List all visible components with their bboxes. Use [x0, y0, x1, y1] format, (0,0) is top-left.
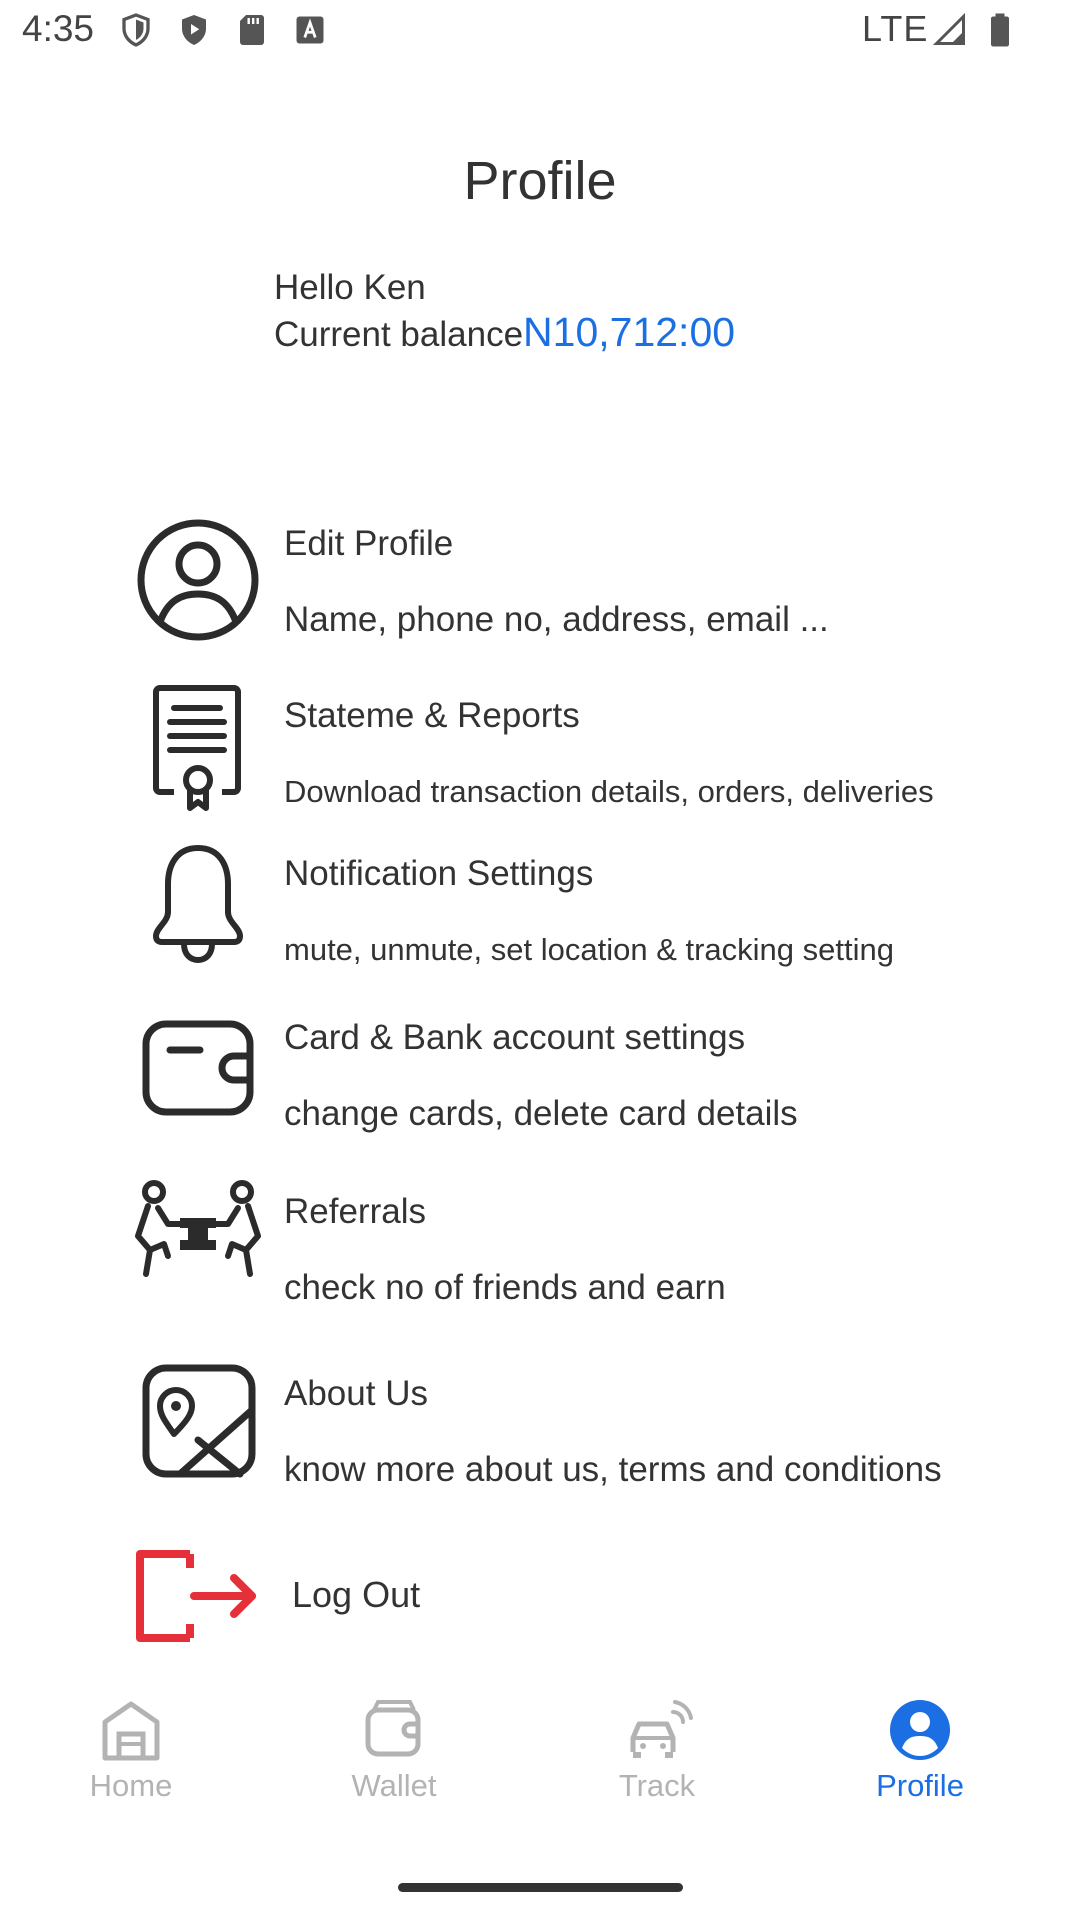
menu-item-title: Stateme & Reports: [284, 696, 580, 735]
nav-wallet[interactable]: Wallet: [294, 1680, 494, 1810]
greeting-text: Hello Ken: [274, 268, 426, 307]
menu-item-title: Card & Bank account settings: [284, 1018, 746, 1057]
bottom-nav: Home Wallet Track Profile: [0, 1680, 1080, 1830]
map-pin-icon: [142, 1364, 256, 1478]
status-time: 4:35: [22, 8, 95, 49]
menu-item-edit-profile[interactable]: Edit Profile Name, phone no, address, em…: [130, 506, 1050, 656]
wallet-icon: [142, 1020, 254, 1116]
balance-amount: N10,712:00: [523, 309, 736, 355]
keyboard-a-icon: [296, 16, 324, 44]
shield-icon: [122, 13, 150, 47]
balance-row: Current balanceN10,712:00: [274, 308, 735, 359]
nav-label: Wallet: [351, 1768, 437, 1803]
profile-icon: [890, 1700, 950, 1760]
menu-item-notification-settings[interactable]: Notification Settings mute, unmute, set …: [130, 838, 1050, 978]
menu-item-statements-reports[interactable]: Stateme & Reports Download transaction d…: [130, 680, 1050, 820]
menu-item-title: Notification Settings: [284, 854, 594, 893]
nav-track[interactable]: Track: [557, 1680, 757, 1810]
nav-label: Track: [618, 1768, 696, 1803]
home-icon: [102, 1701, 160, 1761]
menu-item-subtitle: know more about us, terms and conditions: [284, 1450, 942, 1489]
car-signal-icon: [630, 1700, 693, 1758]
page-title: Profile: [463, 151, 617, 211]
logout-button[interactable]: Log Out: [130, 1546, 1050, 1656]
logout-icon: [136, 1550, 256, 1642]
nav-label: Home: [89, 1768, 173, 1803]
menu-item-card-bank-settings[interactable]: Card & Bank account settings change card…: [130, 1000, 1050, 1150]
user-circle-icon: [137, 519, 259, 641]
menu-item-subtitle: check no of friends and earn: [284, 1268, 726, 1307]
nav-profile[interactable]: Profile: [820, 1680, 1020, 1810]
menu-item-title: Referrals: [284, 1192, 426, 1231]
menu-item-title: Edit Profile: [284, 524, 454, 563]
network-type: LTE: [862, 8, 929, 49]
play-protect-icon: [182, 15, 206, 45]
status-bar: 4:35 LTE: [0, 0, 1080, 64]
sd-card-icon: [240, 15, 264, 45]
certificate-icon: [153, 685, 241, 811]
bell-icon: [153, 845, 243, 964]
balance-label: Current balance: [274, 315, 524, 354]
wallet-icon: [365, 1700, 421, 1757]
menu-item-subtitle: Name, phone no, address, email ...: [284, 600, 829, 639]
battery-icon: [991, 13, 1009, 47]
signal-icon: [932, 12, 965, 45]
nav-label: Profile: [876, 1768, 964, 1803]
people-handshake-icon: [135, 1180, 261, 1277]
nav-home[interactable]: Home: [31, 1680, 231, 1810]
menu-item-referrals[interactable]: Referrals check no of friends and earn: [130, 1170, 1050, 1320]
menu-item-subtitle: Download transaction details, orders, de…: [284, 774, 934, 809]
home-indicator[interactable]: [398, 1883, 683, 1892]
menu-item-about-us[interactable]: About Us know more about us, terms and c…: [130, 1350, 1050, 1500]
menu-item-subtitle: change cards, delete card details: [284, 1094, 798, 1133]
menu-item-title: About Us: [284, 1374, 428, 1413]
menu-item-subtitle: mute, unmute, set location & tracking se…: [284, 932, 894, 967]
logout-label: Log Out: [292, 1574, 421, 1615]
